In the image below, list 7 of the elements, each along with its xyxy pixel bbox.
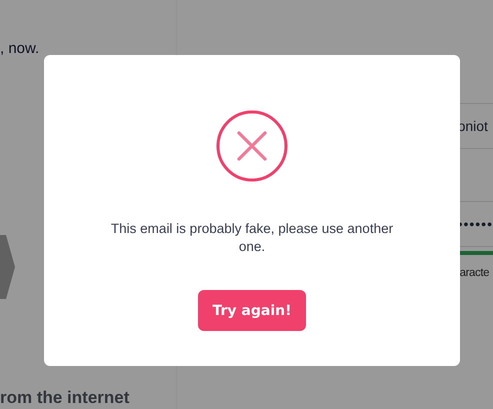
error-message: This email is probably fake, please use another one. [110,220,394,256]
try-again-button[interactable]: Try again! [198,290,306,331]
section-heading: rom the internet [0,388,130,408]
heading-text: , now. [0,40,40,57]
error-icon [216,110,288,182]
hint-text: aracte [458,267,490,279]
chevron-shape [0,235,16,299]
